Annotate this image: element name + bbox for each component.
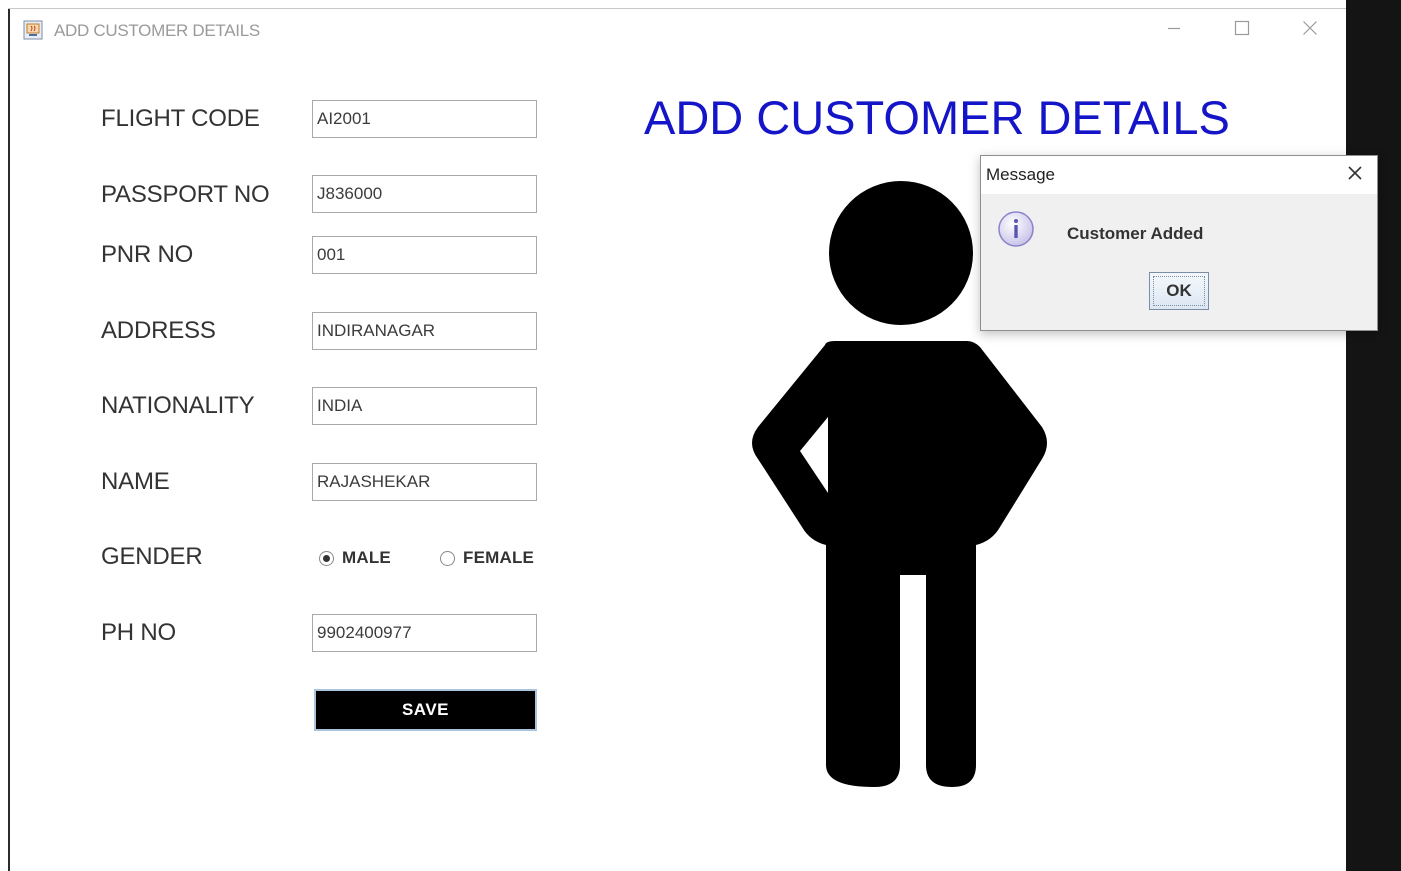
minimize-button[interactable]: [1152, 17, 1196, 43]
gender-label: GENDER: [101, 543, 203, 570]
minimize-icon: [1167, 21, 1181, 40]
close-button[interactable]: [1288, 17, 1332, 43]
nationality-input[interactable]: [312, 387, 537, 425]
passport-no-label: PASSPORT NO: [101, 181, 270, 208]
flight-code-label: FLIGHT CODE: [101, 105, 260, 132]
window-left-edge: [8, 8, 10, 871]
passport-no-input[interactable]: [312, 175, 537, 213]
dialog-message: Customer Added: [1067, 224, 1204, 243]
window-titlebar[interactable]: ADD CUSTOMER DETAILS: [10, 9, 1346, 51]
maximize-button[interactable]: [1220, 17, 1264, 43]
gender-male-radio[interactable]: MALE: [319, 545, 391, 571]
ok-button[interactable]: OK: [1149, 272, 1209, 310]
ph-no-label: PH NO: [101, 619, 177, 646]
pnr-no-label: PNR NO: [101, 241, 194, 268]
flight-code-input[interactable]: [312, 100, 537, 138]
name-input[interactable]: [312, 463, 537, 501]
info-icon: [997, 210, 1035, 248]
ph-no-input[interactable]: [312, 614, 537, 652]
save-button[interactable]: SAVE: [314, 689, 537, 731]
radio-unselected-indicator: [440, 550, 455, 566]
dialog-title: Message: [986, 165, 1055, 184]
close-icon: [1302, 20, 1318, 41]
address-label: ADDRESS: [101, 317, 216, 344]
name-label: NAME: [101, 468, 170, 495]
radio-selected-indicator: [319, 550, 334, 566]
pnr-no-input[interactable]: [312, 236, 537, 274]
address-input[interactable]: [312, 312, 537, 350]
page-heading: ADD CUSTOMER DETAILS: [644, 91, 1230, 144]
java-app-icon: [23, 20, 43, 40]
gender-male-label: MALE: [342, 548, 391, 567]
nationality-label: NATIONALITY: [101, 392, 255, 419]
window-title: ADD CUSTOMER DETAILS: [54, 21, 260, 40]
close-icon: [1347, 165, 1363, 186]
gender-female-radio[interactable]: FEMALE: [440, 545, 534, 571]
dialog-close-button[interactable]: [1341, 163, 1369, 187]
dialog-titlebar[interactable]: Message: [981, 156, 1377, 194]
radio-dot: [323, 554, 330, 562]
gender-female-label: FEMALE: [463, 548, 535, 567]
desktop-background: [1346, 0, 1401, 871]
message-dialog[interactable]: Message Customer Added OK: [980, 155, 1378, 331]
maximize-icon: [1234, 20, 1250, 41]
